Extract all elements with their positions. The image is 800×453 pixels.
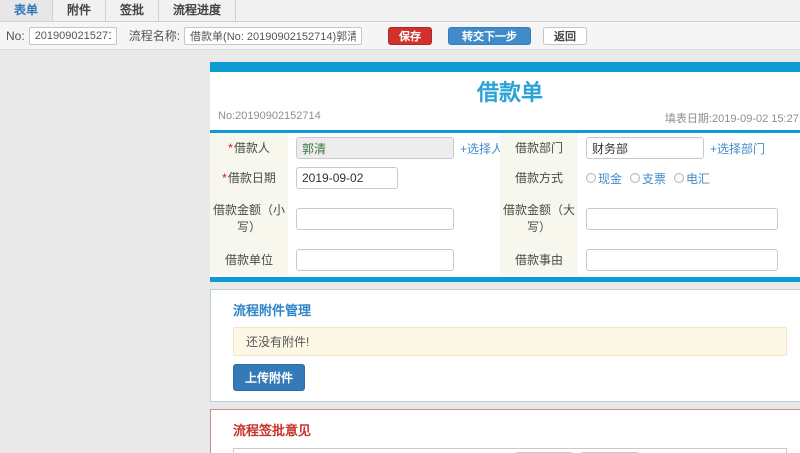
tab-progress[interactable]: 流程进度	[159, 0, 237, 21]
radio-wire[interactable]: 电汇	[674, 170, 710, 187]
amount-lower-input[interactable]	[296, 208, 454, 230]
amount-upper-field	[578, 193, 800, 245]
radio-button-icon[interactable]	[630, 173, 641, 183]
no-label: No:	[6, 28, 25, 43]
borrower-input[interactable]	[296, 137, 454, 159]
fill-date: 填表日期:2019-09-02 15:27:1	[664, 113, 800, 125]
no-attachment-alert: 还没有附件!	[233, 327, 787, 356]
loan-method-radio-group: 现金 支票 电汇	[586, 170, 710, 187]
loan-date-label: *借款日期	[210, 163, 288, 193]
flow-name-label: 流程名称:	[128, 29, 181, 43]
amount-lower-label: 借款金额（小写）	[210, 193, 288, 245]
editor-toolbar: B I abc	[234, 449, 786, 453]
loan-form-panel: 借款单 No:20190902152714 填表日期:2019-09-02 15…	[210, 62, 800, 282]
back-button[interactable]: 返回	[543, 26, 588, 45]
loan-method-field: 现金 支票 电汇	[578, 163, 800, 193]
select-department-link[interactable]: +选择部门	[710, 140, 765, 157]
form-row-amount: 借款金额（小写） 借款金额（大写）	[210, 193, 800, 245]
amount-upper-label: 借款金额（大写）	[500, 193, 578, 245]
form-row-borrower: *借款人 +选择人员 借款部门 +选择部门	[210, 133, 800, 163]
radio-button-icon[interactable]	[586, 173, 596, 183]
form-row-date: *借款日期 借款方式 现金 支票 电	[210, 163, 800, 193]
tab-form[interactable]: 表单	[0, 0, 54, 21]
required-mark: *	[228, 140, 233, 155]
doc-number: No:20190902152714	[218, 110, 321, 122]
next-step-button[interactable]: 转交下一步	[448, 26, 532, 45]
upload-attachment-button[interactable]: 上传附件	[233, 364, 306, 391]
tab-bar: 表单 附件 签批 流程进度	[0, 0, 800, 22]
tab-approval[interactable]: 签批	[106, 0, 160, 21]
radio-cheque[interactable]: 支票	[630, 170, 666, 187]
approval-panel: 流程签批意见 B I abc	[210, 409, 800, 453]
panel-top-bar	[210, 62, 800, 72]
loan-reason-label: 借款事由	[500, 245, 578, 275]
panel-bottom-bar	[210, 277, 800, 282]
radio-cash[interactable]: 现金	[586, 170, 622, 187]
tab-attachment[interactable]: 附件	[53, 0, 107, 21]
page-content: 借款单 No:20190902152714 填表日期:2019-09-02 15…	[0, 50, 800, 453]
save-button[interactable]: 保存	[388, 26, 433, 45]
radio-button-icon[interactable]	[674, 173, 685, 183]
loan-method-label: 借款方式	[500, 163, 578, 193]
department-field: +选择部门	[578, 133, 800, 163]
approval-section-title: 流程签批意见	[233, 423, 312, 438]
department-input[interactable]	[586, 137, 704, 159]
department-label: 借款部门	[500, 133, 578, 163]
amount-upper-input[interactable]	[586, 208, 778, 230]
borrower-field: +选择人员	[288, 133, 515, 163]
loan-unit-label: 借款单位	[210, 245, 288, 275]
page-title: 借款单	[476, 80, 543, 105]
loan-reason-field	[578, 245, 800, 275]
borrower-label: *借款人	[210, 133, 288, 163]
no-input[interactable]	[28, 26, 117, 45]
doc-meta-row: No:20190902152714 填表日期:2019-09-02 15:27:…	[210, 108, 800, 130]
required-mark: *	[222, 170, 227, 185]
loan-unit-field	[288, 245, 500, 275]
loan-reason-input[interactable]	[586, 249, 778, 271]
form-toolbar: No: 流程名称: 保存 转交下一步 返回	[0, 22, 800, 50]
rich-text-editor: B I abc	[233, 448, 787, 453]
flow-name-input[interactable]	[184, 26, 363, 45]
attachment-section-title: 流程附件管理	[233, 303, 312, 318]
loan-date-field	[288, 163, 500, 193]
loan-unit-input[interactable]	[296, 249, 454, 271]
form-row-unit: 借款单位 借款事由	[210, 245, 800, 277]
amount-lower-field	[288, 193, 500, 245]
loan-date-input[interactable]	[296, 167, 398, 189]
attachment-panel: 流程附件管理 还没有附件! 上传附件	[210, 289, 800, 402]
